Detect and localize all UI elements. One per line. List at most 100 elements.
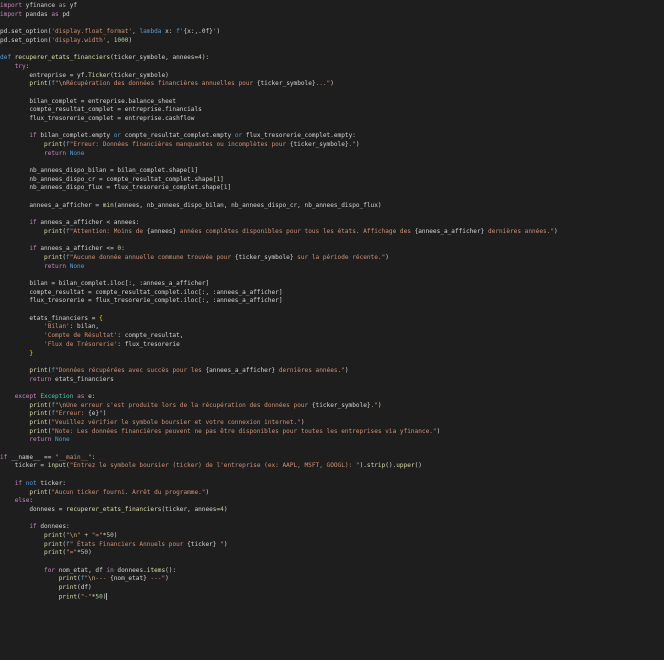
code-token: upper: [396, 462, 415, 470]
code-token: (df): [77, 584, 92, 592]
code-token: import: [0, 10, 23, 18]
code-token: ]: [194, 167, 199, 175]
code-token: 1000: [113, 36, 129, 44]
code-token: nb_annees_dispo_cr = compte_resultat_com…: [0, 175, 217, 183]
code-token: annees_a_afficher =: [0, 201, 103, 209]
code-token: "=": [91, 531, 103, 539]
code-token: compte_resultat_complet = entreprise.fin…: [0, 106, 202, 114]
code-token: ticker:: [36, 479, 67, 487]
code-token: (ticker, annees=: [161, 505, 221, 513]
code-token: if: [29, 245, 37, 253]
code-line: for nom_etat, df in donnees.items():: [0, 567, 664, 576]
code-token: ...": [315, 80, 331, 88]
code-line: print(f"\nRécupération des données finan…: [0, 80, 664, 89]
code-token: input: [47, 462, 67, 470]
code-token: Exception: [40, 392, 74, 400]
code-line: bilan_complet = entreprise.balance_sheet: [0, 98, 664, 107]
code-token: {e}: [88, 410, 100, 418]
code-token: print: [58, 575, 78, 583]
code-token: : flux_tresorerie: [117, 340, 180, 348]
code-token: return: [29, 436, 52, 444]
code-token: ): [205, 488, 210, 496]
code-token: ,: [106, 36, 114, 44]
code-token: ): [355, 141, 360, 148]
code-token: ): [300, 419, 305, 426]
code-line: if bilan_complet.empty or compte_resulta…: [0, 132, 664, 141]
code-token: if: [29, 132, 37, 140]
code-token: "Entrez le symbole boursier (ticker) de …: [69, 462, 360, 470]
code-token: "Aucun ticker fourni. Arrêt du programme…: [51, 488, 206, 496]
code-token: (): [414, 462, 422, 470]
code-token: .": [370, 401, 378, 409]
code-token: print: [29, 427, 48, 435]
code-line: pd.set_option('display.width', 1000): [0, 37, 664, 46]
code-token: x:: [161, 28, 177, 36]
code-token: bilan_complet.empty: [36, 132, 114, 140]
code-token: {: [99, 314, 103, 322]
code-line: print("="*50): [0, 549, 664, 558]
code-line: print(f"\nUne erreur s'est produite lors…: [0, 402, 664, 411]
code-line: if annees_a_afficher <= 0:: [0, 245, 664, 254]
code-token: ticker =: [0, 462, 48, 470]
code-token: années complètes disponibles pour tous l…: [176, 227, 415, 235]
code-token: compte_resultat_complet.empty: [121, 132, 235, 140]
code-token: {ticker_symbole}: [289, 141, 349, 148]
code-line: etats_financiers = {: [0, 315, 664, 324]
code-line: pd.set_option('display.float_format', la…: [0, 28, 664, 37]
code-token: ): [113, 531, 118, 539]
code-token: "__main__": [55, 453, 92, 461]
code-token: "-": [80, 593, 92, 601]
code-token: print: [44, 227, 63, 235]
code-token: : compte_resultat,: [117, 332, 184, 340]
code-token: (ticker_symbole, annees=: [110, 54, 199, 62]
code-line: bilan = bilan_complet.iloc[:, :annees_a_…: [0, 280, 664, 289]
code-editor[interactable]: import yfinance as yf import pandas as pd…: [0, 0, 664, 660]
code-line: nb_annees_dispo_flux = flux_tresorerie_c…: [0, 184, 664, 193]
code-token: :: [121, 245, 125, 253]
code-line: 'Flux de Trésorerie': flux_tresorerie: [0, 341, 664, 350]
code-token: :: [29, 497, 34, 505]
code-token: {x:,.0f}: [183, 28, 213, 36]
code-token: dernières années.": [484, 227, 555, 235]
code-token: Ticker: [88, 71, 111, 79]
code-line: print(df): [0, 584, 664, 593]
code-token: __name__ ==: [7, 453, 56, 461]
code-token: ): [436, 427, 441, 435]
code-token: not: [25, 479, 37, 487]
code-token: 'display.width': [51, 36, 107, 44]
code-token: recuperer_etats_financiers: [14, 54, 111, 62]
code-token: donnees:: [36, 523, 70, 531]
code-line: print(f"\n--- {nom_etat} ---"): [0, 575, 664, 584]
code-token: 50: [80, 549, 89, 557]
code-token: "Note: Les données financières peuvent n…: [51, 427, 437, 435]
code-token: .": [348, 141, 356, 148]
code-token: etats_financiers: [51, 375, 114, 383]
code-token: print: [29, 366, 48, 374]
code-token: }: [29, 349, 34, 357]
code-line: flux_tresorerie_complet = entreprise.cas…: [0, 115, 664, 124]
code-token: print: [29, 488, 48, 496]
code-token: ): [377, 401, 382, 409]
code-token: ).: [359, 462, 367, 470]
code-line: nb_annees_dispo_bilan = bilan_complet.sh…: [0, 167, 664, 176]
code-token: print: [29, 80, 48, 88]
code-line: print(f"Données récupérées avec succès p…: [0, 367, 664, 376]
code-token: import: [0, 2, 23, 9]
code-token: +: [80, 531, 92, 539]
